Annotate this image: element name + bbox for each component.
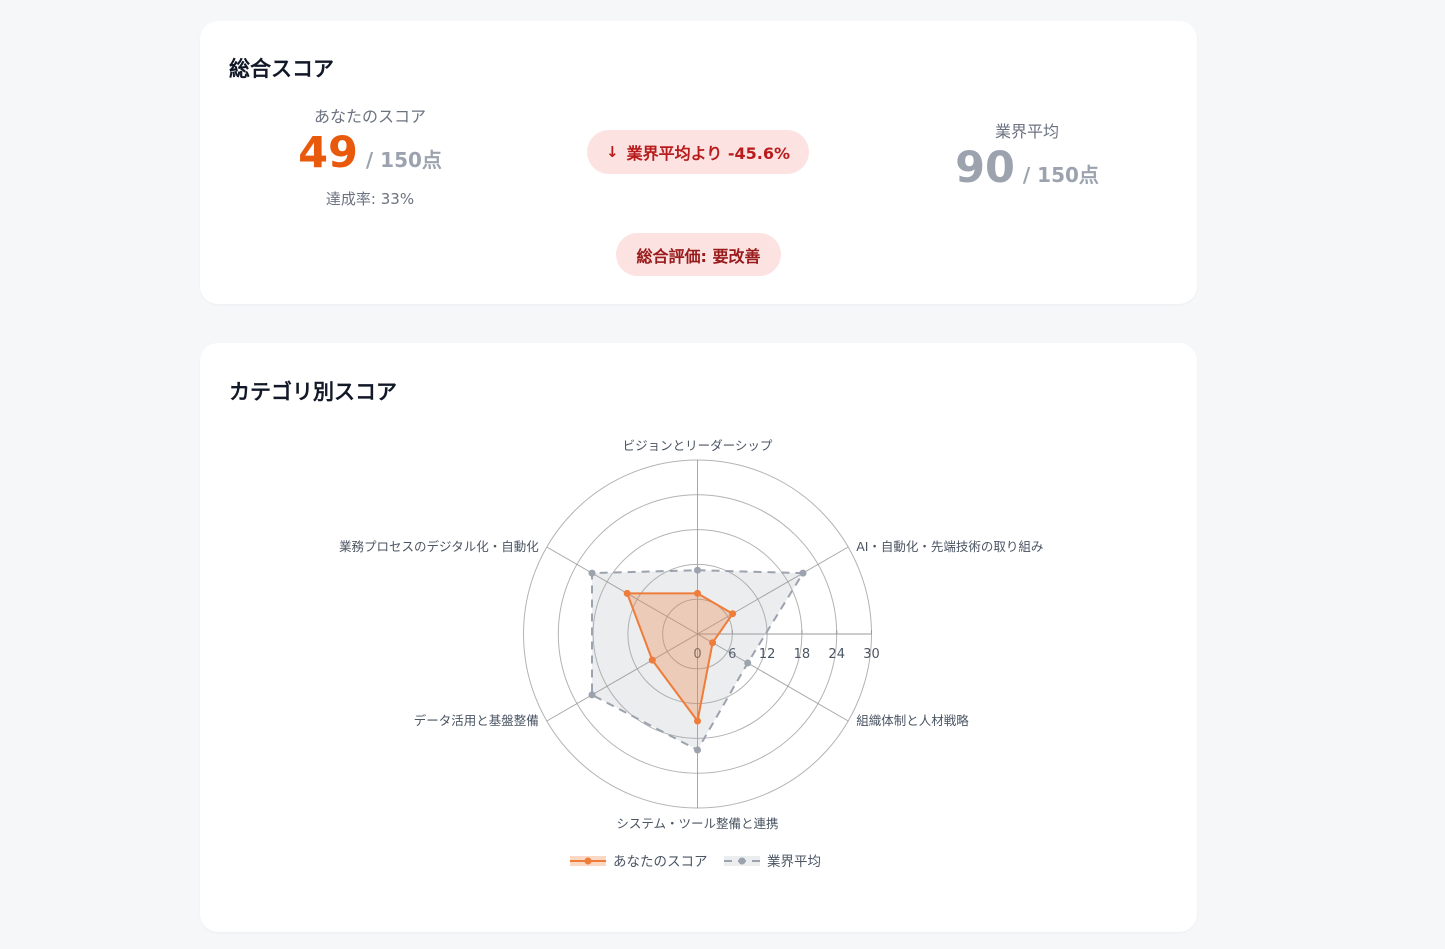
industry-average-value: 90 — [955, 143, 1015, 193]
series-0-point-3 — [694, 717, 701, 725]
achievement-rate: 達成率: 33% — [325, 190, 415, 208]
your-score-label: あなたのスコア — [313, 107, 426, 126]
series-1-point-3 — [694, 746, 701, 754]
axis-label-1: AI・自動化・先端技術の取り組み — [856, 539, 1043, 554]
series-1-point-5 — [588, 569, 596, 577]
industry-average-block: 業界平均 90 / 150点 — [927, 118, 1127, 201]
tick-label-24: 24 — [828, 647, 845, 662]
legend-label-avg: 業界平均 — [767, 854, 821, 870]
series-0-point-5 — [623, 589, 631, 597]
your-score-value: 49 — [298, 128, 358, 178]
your-score-max: / 150点 — [365, 148, 442, 172]
series-1-point-2 — [744, 659, 752, 667]
evaluation-badge: 総合評価: 要改善 — [616, 233, 781, 276]
series-0-point-1 — [729, 610, 737, 618]
radar-chart: 0 6 12 18 24 30ビジョンとリーダーシップAI・自動化・先端技術の取り組み組織… — [339, 438, 1043, 870]
difference-text: 業界平均より -45.6% — [626, 144, 790, 163]
series-0-point-4 — [648, 656, 656, 664]
tick-label-12: 12 — [759, 647, 776, 662]
legend-marker-avg — [738, 857, 746, 865]
series-1-point-1 — [799, 569, 807, 577]
industry-average-max: / 150点 — [1022, 163, 1099, 187]
legend-label-your: あなたのスコア — [613, 854, 708, 870]
legend-marker-your — [584, 857, 592, 865]
your-score-block: あなたのスコア 49 / 150点 達成率: 33% — [270, 103, 470, 209]
axis-label-5: 業務プロセスのデジタル化・自動化 — [339, 539, 539, 554]
arrow-down-icon: ↓ — [606, 143, 619, 161]
series-1-point-4 — [588, 691, 596, 699]
overall-score-card: 総合スコア あなたのスコア 49 / 150点 達成率: 33% ↓ 業界平均より… — [200, 21, 1197, 304]
tick-label-30: 30 — [863, 647, 880, 662]
axis-label-3: システム・ツール整備と連携 — [616, 816, 778, 831]
axis-label-4: データ活用と基盤整備 — [414, 713, 539, 728]
axis-label-2: 組織体制と人材戦略 — [856, 713, 969, 728]
category-score-card: カテゴリ別スコア 0 6 12 18 24 30 ビジョンとリーダーシップ AI・自動化・先端… — [200, 343, 1197, 932]
overall-score-title: 総合スコア — [229, 57, 334, 81]
series-0-point-0 — [694, 589, 701, 597]
series-1-point-0 — [694, 566, 701, 574]
difference-badge: ↓ 業界平均より -45.6% — [587, 130, 809, 174]
axis-label-0: ビジョンとリーダーシップ — [623, 438, 773, 453]
tick-label-18: 18 — [794, 647, 811, 662]
series-0-point-2 — [709, 639, 717, 647]
industry-average-label: 業界平均 — [994, 122, 1059, 141]
